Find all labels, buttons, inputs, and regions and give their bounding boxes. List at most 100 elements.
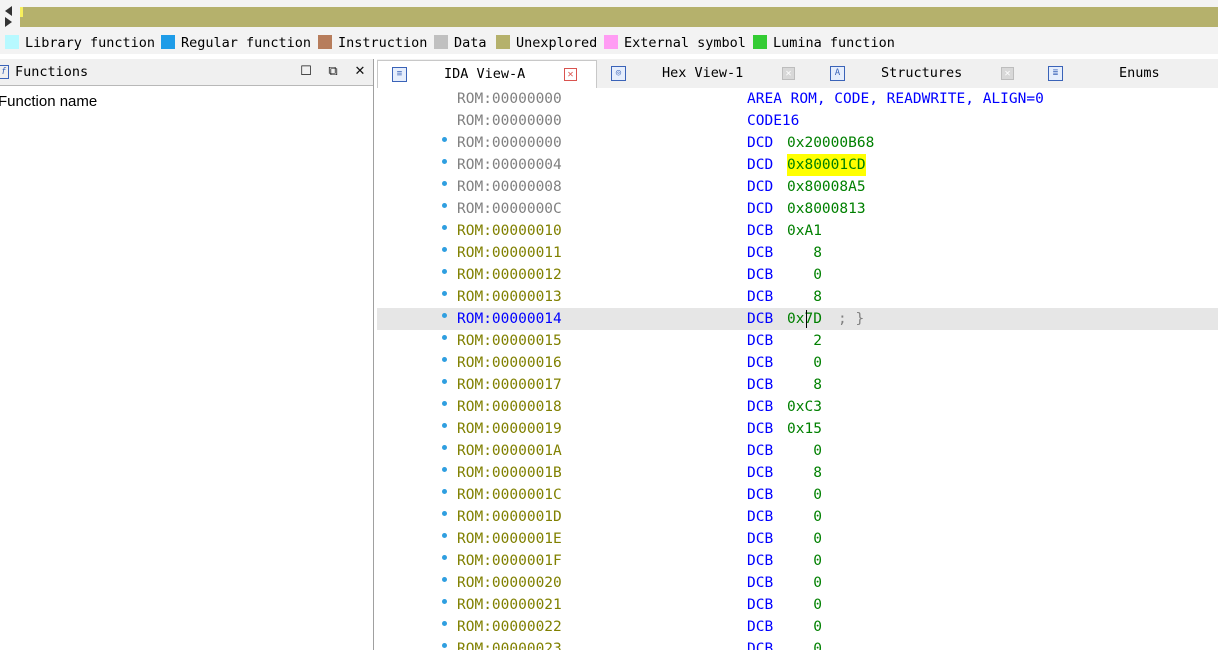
disassembly-row[interactable]: ROM:0000001C DCB 0 — [377, 484, 1218, 506]
operand[interactable]: 0x20000B68 — [787, 132, 874, 154]
mnemonic[interactable]: DCD — [747, 176, 773, 198]
mnemonic[interactable]: DCB — [747, 220, 773, 242]
operand[interactable]: 0 — [787, 506, 822, 528]
mnemonic[interactable]: DCB — [747, 352, 773, 374]
address-label[interactable]: ROM:00000020 — [457, 572, 562, 594]
disassembly-row[interactable]: ROM:0000001D DCB 0 — [377, 506, 1218, 528]
breakpoint-bullet-icon[interactable] — [442, 467, 447, 472]
breakpoint-bullet-icon[interactable] — [442, 401, 447, 406]
operand[interactable]: 0x8000813 — [787, 198, 866, 220]
address-label[interactable]: ROM:0000001D — [457, 506, 562, 528]
disassembly-row[interactable]: ROM:0000000C DCD 0x8000813 — [377, 198, 1218, 220]
breakpoint-bullet-icon[interactable] — [442, 621, 447, 626]
disassembly-row[interactable]: ROM:00000000 CODE16 — [377, 110, 1218, 132]
address-label[interactable]: ROM:00000012 — [457, 264, 562, 286]
operand[interactable]: 8 — [787, 374, 822, 396]
mnemonic[interactable]: DCB — [747, 374, 773, 396]
disassembly-row[interactable]: ROM:00000015 DCB 2 — [377, 330, 1218, 352]
address-label[interactable]: ROM:00000010 — [457, 220, 562, 242]
address-label[interactable]: ROM:0000001E — [457, 528, 562, 550]
operand[interactable]: 0x15 — [787, 418, 822, 440]
mnemonic[interactable]: DCB — [747, 572, 773, 594]
disassembly-row[interactable]: ROM:00000004 DCD 0x80001CD — [377, 154, 1218, 176]
mnemonic[interactable]: DCB — [747, 264, 773, 286]
address-label[interactable]: ROM:00000021 — [457, 594, 562, 616]
operand[interactable]: 0x80008A5 — [787, 176, 866, 198]
address-label[interactable]: ROM:00000004 — [457, 154, 562, 176]
nav-left-arrow-icon[interactable] — [5, 6, 12, 16]
mnemonic[interactable]: DCB — [747, 462, 773, 484]
breakpoint-bullet-icon[interactable] — [442, 269, 447, 274]
mnemonic[interactable]: DCD — [747, 198, 773, 220]
mnemonic[interactable]: DCD — [747, 132, 773, 154]
mnemonic[interactable]: DCB — [747, 506, 773, 528]
breakpoint-bullet-icon[interactable] — [442, 357, 447, 362]
address-label[interactable]: ROM:00000014 — [457, 308, 562, 330]
operand[interactable]: 0xA1 — [787, 220, 822, 242]
breakpoint-bullet-icon[interactable] — [442, 335, 447, 340]
disassembly-row[interactable]: ROM:00000022 DCB 0 — [377, 616, 1218, 638]
operand[interactable]: 0 — [787, 594, 822, 616]
mnemonic[interactable]: DCD — [747, 154, 773, 176]
tab-structures[interactable]: A Structures ✕ — [817, 60, 1017, 87]
breakpoint-bullet-icon[interactable] — [442, 599, 447, 604]
breakpoint-bullet-icon[interactable] — [442, 489, 447, 494]
address-label[interactable]: ROM:00000017 — [457, 374, 562, 396]
mnemonic[interactable]: AREA ROM, CODE, READWRITE, ALIGN=0 — [747, 88, 1044, 110]
address-label[interactable]: ROM:00000022 — [457, 616, 562, 638]
mnemonic[interactable]: DCB — [747, 638, 773, 650]
disassembly-row[interactable]: ROM:00000008 DCD 0x80008A5 — [377, 176, 1218, 198]
address-label[interactable]: ROM:0000001B — [457, 462, 562, 484]
disassembly-row[interactable]: ROM:00000019 DCB 0x15 — [377, 418, 1218, 440]
breakpoint-bullet-icon[interactable] — [442, 533, 447, 538]
breakpoint-bullet-icon[interactable] — [442, 247, 447, 252]
breakpoint-bullet-icon[interactable] — [442, 225, 447, 230]
tab-ida-view-a[interactable]: ≡ IDA View-A ✕ — [377, 60, 597, 88]
disassembly-row[interactable]: ROM:0000001E DCB 0 — [377, 528, 1218, 550]
disassembly-view[interactable]: ROM:00000000 AREA ROM, CODE, READWRITE, A… — [377, 88, 1218, 650]
mnemonic[interactable]: DCB — [747, 286, 773, 308]
function-name-column-header[interactable]: Function name — [0, 93, 97, 110]
disassembly-row[interactable]: ROM:0000001A DCB 0 — [377, 440, 1218, 462]
operand[interactable]: 8 — [787, 242, 822, 264]
address-label[interactable]: ROM:0000001F — [457, 550, 562, 572]
disassembly-row[interactable]: ROM:00000000 AREA ROM, CODE, READWRITE, A… — [377, 88, 1218, 110]
close-tab-icon[interactable]: ✕ — [564, 68, 577, 81]
breakpoint-bullet-icon[interactable] — [442, 291, 447, 296]
navigation-bar[interactable] — [20, 7, 1218, 27]
disassembly-row[interactable]: ROM:00000012 DCB 0 — [377, 264, 1218, 286]
operand[interactable]: 0 — [787, 528, 822, 550]
nav-right-arrow-icon[interactable] — [5, 17, 12, 27]
operand[interactable]: 0xC3 — [787, 396, 822, 418]
operand[interactable]: 0 — [787, 638, 822, 650]
mnemonic[interactable]: DCB — [747, 308, 773, 330]
breakpoint-bullet-icon[interactable] — [442, 181, 447, 186]
address-label[interactable]: ROM:0000001C — [457, 484, 562, 506]
operand[interactable]: 8 — [787, 462, 822, 484]
close-tab-icon[interactable]: ✕ — [782, 67, 795, 80]
close-tab-icon[interactable]: ✕ — [1001, 67, 1014, 80]
operand[interactable]: 0 — [787, 264, 822, 286]
breakpoint-bullet-icon[interactable] — [442, 555, 447, 560]
mnemonic[interactable]: DCB — [747, 594, 773, 616]
mnemonic[interactable]: DCB — [747, 242, 773, 264]
disassembly-row[interactable]: ROM:0000001F DCB 0 — [377, 550, 1218, 572]
address-label[interactable]: ROM:00000000 — [457, 110, 562, 132]
address-label[interactable]: ROM:00000019 — [457, 418, 562, 440]
mnemonic[interactable]: DCB — [747, 616, 773, 638]
restore-icon[interactable]: ⧉ — [323, 59, 343, 85]
disassembly-row-selected[interactable]: ROM:00000014 DCB 0x7D ; } — [377, 308, 1218, 330]
address-label[interactable]: ROM:00000023 — [457, 638, 562, 650]
disassembly-row[interactable]: ROM:00000000 DCD 0x20000B68 — [377, 132, 1218, 154]
address-label[interactable]: ROM:00000008 — [457, 176, 562, 198]
nav-scroll-arrows[interactable] — [2, 4, 16, 28]
breakpoint-bullet-icon[interactable] — [442, 203, 447, 208]
disassembly-row[interactable]: ROM:00000011 DCB 8 — [377, 242, 1218, 264]
breakpoint-bullet-icon[interactable] — [442, 643, 447, 648]
mnemonic[interactable]: DCB — [747, 418, 773, 440]
disassembly-row[interactable]: ROM:00000018 DCB 0xC3 — [377, 396, 1218, 418]
disassembly-row[interactable]: ROM:00000016 DCB 0 — [377, 352, 1218, 374]
address-label[interactable]: ROM:00000000 — [457, 88, 562, 110]
disassembly-row[interactable]: ROM:00000010 DCB 0xA1 — [377, 220, 1218, 242]
mnemonic[interactable]: DCB — [747, 484, 773, 506]
